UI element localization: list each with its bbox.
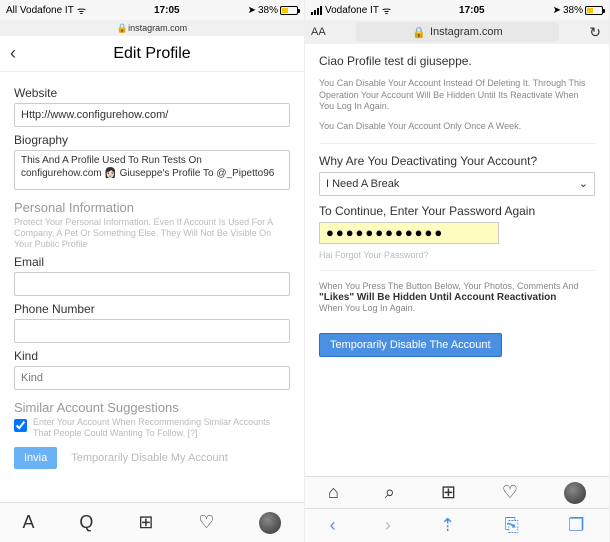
phone-left-edit-profile: All Vodafone IT ᯤ 17:05 ➤ 38% 🔒 instagra…	[0, 0, 305, 542]
temporarily-disable-button[interactable]: Temporarily Disable The Account	[319, 333, 502, 357]
nav-aa-icon[interactable]: A	[22, 512, 34, 533]
nav-plus-icon[interactable]: ⊞	[138, 512, 153, 533]
text-size-button[interactable]: AA	[311, 26, 326, 38]
deactivate-reason-label: Why Are You Deactivating Your Account?	[319, 154, 595, 168]
safari-tabs-button[interactable]: ❐	[568, 515, 584, 536]
info-paragraph-3b: "Likes" Will Be Hidden Until Account Rea…	[319, 292, 595, 303]
similar-accounts-text: Enter Your Account When Recommending Sim…	[33, 417, 290, 439]
location-icon: ➤	[248, 5, 256, 16]
search-icon[interactable]: ⌕	[385, 482, 395, 503]
deactivate-reason-select[interactable]: I Need A Break ⌄	[319, 172, 595, 196]
bio-input[interactable]: This And A Profile Used To Run Tests On …	[14, 150, 290, 190]
website-input[interactable]	[14, 103, 290, 127]
password-input[interactable]: ●●●●●●●●●●●●	[319, 222, 499, 244]
battery-icon	[585, 6, 603, 15]
similar-accounts-checkbox[interactable]	[14, 419, 27, 432]
lock-icon: 🔒	[412, 26, 426, 39]
wifi-icon: ᯤ	[77, 3, 86, 17]
email-label: Email	[14, 255, 290, 269]
safari-toolbar: ‹ › ⇡ ⎘ ❐	[305, 508, 609, 542]
greeting: Ciao Profile test di giuseppe.	[319, 54, 595, 68]
signal-icon	[311, 6, 322, 15]
phone-label: Phone Number	[14, 302, 290, 316]
deactivate-content: Ciao Profile test di giuseppe. You Can D…	[305, 44, 609, 476]
edit-profile-content: ‹ Edit Profile Website Biography This An…	[0, 36, 304, 502]
personal-info-subtext: Protect Your Personal Information. Even …	[14, 217, 290, 249]
forgot-password-link[interactable]: Hai Forgot Your Password?	[319, 250, 595, 260]
info-paragraph-3a: When You Press The Button Below, Your Ph…	[319, 281, 595, 293]
password-label: To Continue, Enter Your Password Again	[319, 204, 595, 218]
status-bar: Vodafone IT ᯤ 17:05 ➤ 38%	[305, 0, 609, 20]
battery-pct: 38%	[563, 5, 583, 16]
email-input[interactable]	[14, 272, 290, 296]
host-text: Instagram.com	[430, 26, 503, 38]
url-bar[interactable]: 🔒 instagram.com	[0, 20, 304, 36]
nav-heart-icon[interactable]: ♡	[198, 512, 214, 533]
plus-icon[interactable]: ⊞	[441, 482, 456, 503]
safari-bookmarks-button[interactable]: ⎘	[505, 515, 519, 536]
status-bar: All Vodafone IT ᯤ 17:05 ➤ 38%	[0, 0, 304, 20]
website-label: Website	[14, 86, 290, 100]
kind-label: Kind	[14, 349, 290, 363]
personal-info-heading: Personal Information	[14, 200, 290, 215]
ig-bottom-nav: ⌂ ⌕ ⊞ ♡	[305, 476, 609, 508]
address-field[interactable]: 🔒 Instagram.com	[356, 22, 560, 42]
bio-label: Biography	[14, 133, 290, 147]
info-paragraph-1: You Can Disable Your Account Instead Of …	[319, 78, 595, 113]
submit-button[interactable]: Invia	[14, 447, 57, 469]
temporarily-disable-link[interactable]: Temporarily Disable My Account	[71, 452, 228, 464]
safari-share-button[interactable]: ⇡	[440, 515, 455, 536]
battery-icon	[280, 6, 298, 15]
heart-icon[interactable]: ♡	[502, 482, 518, 503]
avatar[interactable]	[564, 482, 586, 504]
info-paragraph-2: You Can Disable Your Account Only Once A…	[319, 121, 595, 133]
phone-input[interactable]	[14, 319, 290, 343]
safari-back-button[interactable]: ‹	[330, 515, 336, 536]
back-button[interactable]: ‹	[10, 43, 16, 64]
similar-accounts-heading: Similar Account Suggestions	[14, 400, 290, 415]
home-icon[interactable]: ⌂	[328, 482, 339, 503]
safari-forward-button[interactable]: ›	[385, 515, 391, 536]
phone-right-deactivate: Vodafone IT ᯤ 17:05 ➤ 38% AA 🔒 Instagram…	[305, 0, 610, 542]
select-value: I Need A Break	[326, 178, 399, 190]
bottom-nav: A Q ⊞ ♡	[0, 502, 304, 542]
nav-header: ‹ Edit Profile	[0, 36, 304, 72]
url-text: instagram.com	[128, 23, 187, 33]
divider	[319, 143, 595, 144]
carrier-label: Vodafone IT	[325, 5, 379, 16]
divider	[319, 270, 595, 271]
battery-pct: 38%	[258, 5, 278, 16]
reload-button[interactable]: ↻	[589, 24, 601, 41]
kind-input[interactable]	[14, 366, 290, 390]
avatar[interactable]	[259, 512, 281, 534]
lock-icon: 🔒	[117, 23, 128, 34]
clock: 17:05	[86, 5, 248, 16]
chevron-down-icon: ⌄	[579, 177, 588, 190]
carrier-label: All Vodafone IT	[6, 5, 74, 16]
info-paragraph-3c: When You Log In Again.	[319, 303, 595, 315]
clock: 17:05	[391, 5, 553, 16]
location-icon: ➤	[553, 5, 561, 16]
page-title: Edit Profile	[113, 45, 190, 63]
wifi-icon: ᯤ	[382, 3, 391, 17]
address-bar: AA 🔒 Instagram.com ↻	[305, 20, 609, 44]
nav-search-icon[interactable]: Q	[79, 512, 93, 533]
